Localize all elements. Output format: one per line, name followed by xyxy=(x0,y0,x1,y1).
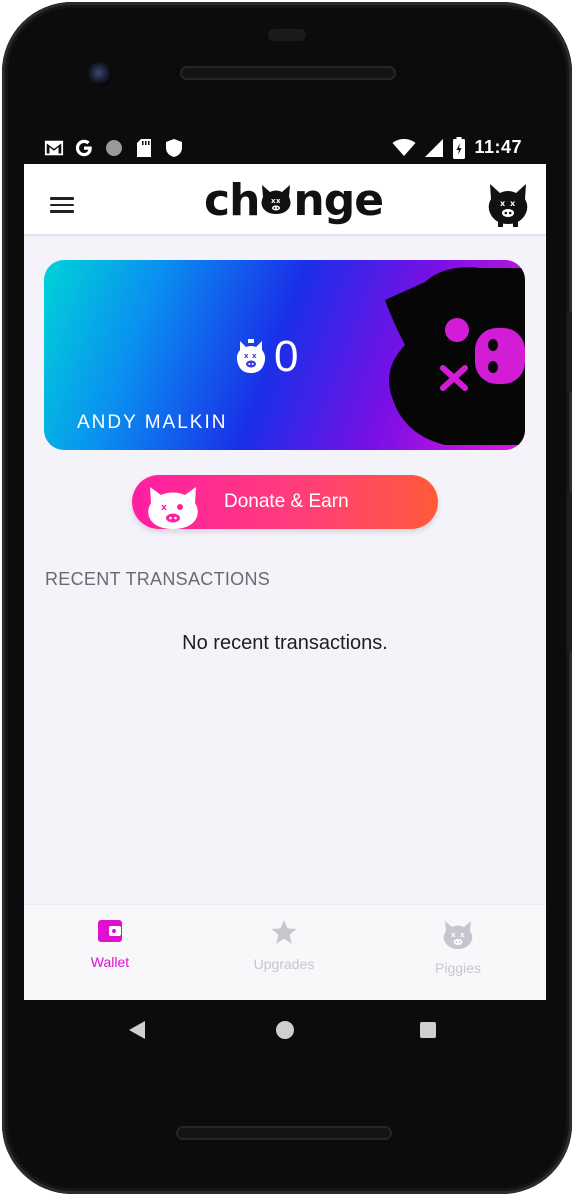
balance-display: x x 0 xyxy=(234,332,298,382)
recent-transactions-title: RECENT TRANSACTIONS xyxy=(45,569,271,589)
home-icon[interactable] xyxy=(276,1021,294,1039)
svg-text:x: x xyxy=(500,199,506,208)
pig-icon: x x xyxy=(443,921,473,949)
balance-value: 0 xyxy=(274,332,299,381)
empty-transactions-message: No recent transactions. xyxy=(182,632,388,654)
logo-suffix: nge xyxy=(293,175,384,226)
logo-prefix: ch xyxy=(204,175,260,226)
bottom-navigation: Wallet Upgrades x x Piggies xyxy=(24,904,546,1000)
google-icon xyxy=(74,138,94,158)
top-speaker xyxy=(180,66,396,80)
nav-label-wallet: Wallet xyxy=(90,954,130,970)
nav-label-piggies: Piggies xyxy=(435,960,481,976)
earpiece xyxy=(268,29,306,41)
nav-label-upgrades: Upgrades xyxy=(253,956,315,972)
wallet-card[interactable]: x x 0 ANDY MALKIN xyxy=(44,260,525,450)
coin-pig-icon: x x xyxy=(236,339,266,373)
front-camera xyxy=(88,62,112,86)
nav-tab-wallet[interactable]: Wallet xyxy=(50,919,170,970)
circle-icon xyxy=(104,138,124,158)
app-bar: ch x x nge xx xyxy=(24,164,546,236)
bottom-speaker xyxy=(176,1126,392,1140)
svg-text:x: x xyxy=(510,199,516,208)
card-pig-icon xyxy=(385,267,525,445)
pig-face-icon: x xyxy=(148,487,198,529)
app-screen: ch x x nge xx x x 0 ANDY MALKIN x Donate… xyxy=(24,164,546,1000)
donate-earn-button[interactable]: x Donate & Earn xyxy=(132,475,438,529)
volume-button xyxy=(567,492,572,652)
svg-text:x: x xyxy=(451,931,456,939)
back-icon[interactable] xyxy=(128,1020,146,1040)
nav-tab-upgrades[interactable]: Upgrades xyxy=(224,919,344,972)
gmail-icon xyxy=(44,138,64,158)
svg-text:x: x xyxy=(161,503,167,513)
pig-avatar-icon[interactable]: xx xyxy=(486,182,530,228)
cardholder-name: ANDY MALKIN xyxy=(77,412,228,433)
status-time: 11:47 xyxy=(474,137,522,157)
nav-tab-piggies[interactable]: x x Piggies xyxy=(398,919,518,976)
recent-apps-icon[interactable] xyxy=(420,1022,436,1038)
star-icon xyxy=(271,920,297,944)
system-navigation-bar xyxy=(24,1000,546,1060)
wifi-icon xyxy=(392,138,416,158)
app-logo: ch x x nge xyxy=(204,175,384,226)
logo-pig-icon: xx xyxy=(259,176,293,226)
wallet-icon xyxy=(98,920,122,942)
donate-earn-label: Donate & Earn xyxy=(224,491,349,512)
battery-icon xyxy=(452,136,466,159)
status-bar: 11:47 xyxy=(24,132,546,164)
signal-icon xyxy=(424,138,444,158)
power-button xyxy=(567,312,572,392)
svg-text:x: x xyxy=(460,931,465,939)
shield-icon xyxy=(164,138,184,158)
svg-text:x: x xyxy=(252,352,257,360)
svg-text:x: x xyxy=(244,352,249,360)
hamburger-menu-icon[interactable] xyxy=(50,197,74,217)
sd-card-icon xyxy=(134,138,154,158)
